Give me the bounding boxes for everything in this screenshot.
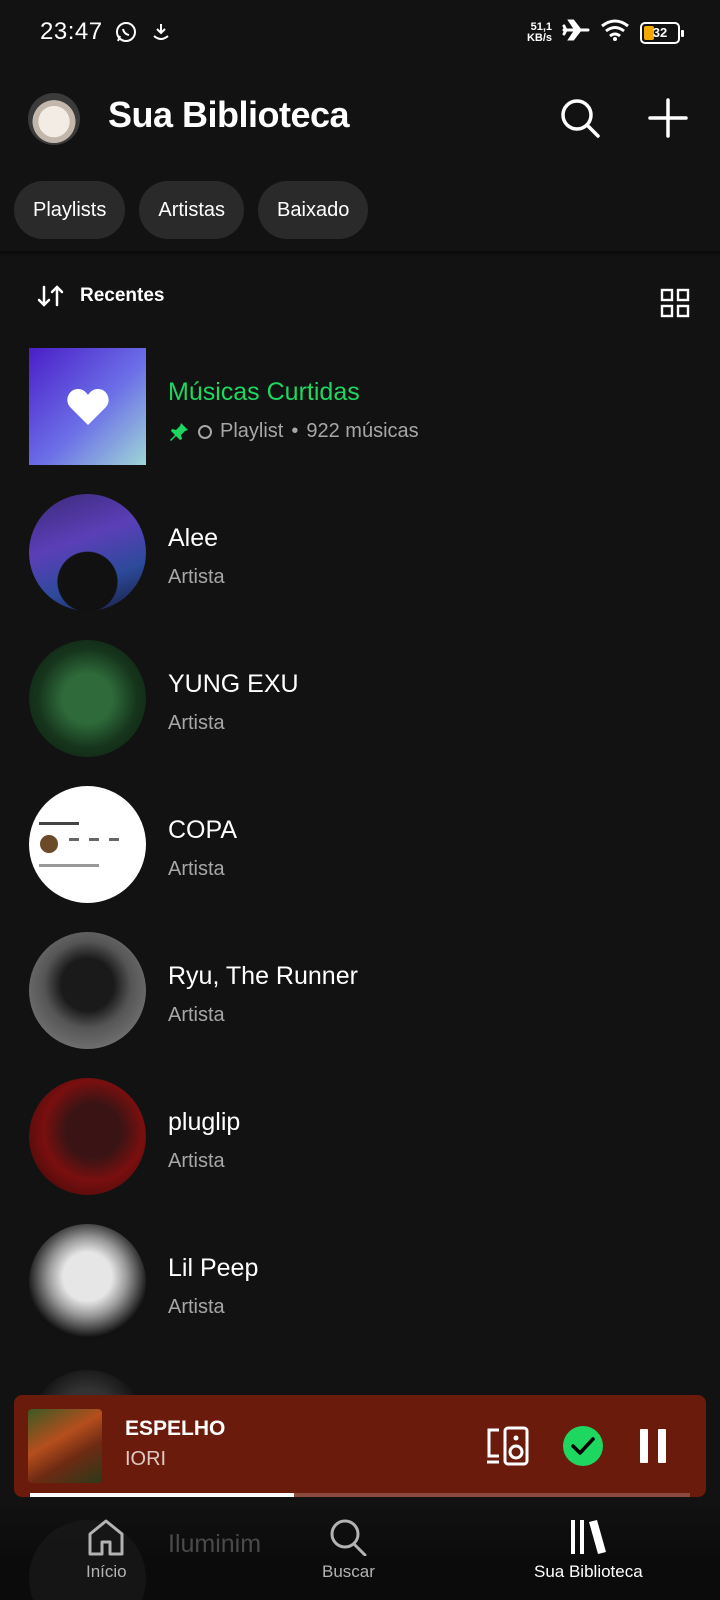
network-speed: 51,1 KB/s bbox=[526, 20, 552, 44]
playback-progress-bar[interactable] bbox=[30, 1493, 690, 1497]
artist-avatar bbox=[29, 1224, 146, 1341]
battery-icon: 32 bbox=[640, 21, 684, 44]
item-subtitle: Artista bbox=[168, 1150, 225, 1172]
now-playing-cover bbox=[28, 1409, 102, 1483]
list-item-artist[interactable]: Lil Peep Artista bbox=[0, 1224, 720, 1342]
item-title: Ryu, The Runner bbox=[168, 962, 358, 990]
liked-songs-cover bbox=[29, 348, 146, 465]
list-item-artist[interactable]: Ryu, The Runner Artista bbox=[0, 932, 720, 1050]
pin-icon bbox=[170, 422, 188, 441]
item-title: YUNG EXU bbox=[168, 670, 299, 698]
list-item-artist[interactable]: COPA Artista bbox=[0, 786, 720, 904]
item-title: pluglip bbox=[168, 1108, 241, 1136]
now-playing-title: ESPELHO bbox=[125, 1417, 226, 1440]
heart-icon bbox=[66, 388, 109, 425]
list-item-artist[interactable]: YUNG EXU Artista bbox=[0, 640, 720, 758]
airplane-icon bbox=[562, 18, 590, 47]
item-subtitle: Artista bbox=[168, 712, 225, 734]
page-title: Sua Biblioteca bbox=[108, 94, 350, 135]
search-icon bbox=[330, 1519, 367, 1556]
filter-chips: Playlists Artistas Baixado bbox=[14, 181, 369, 239]
library-header: Sua Biblioteca bbox=[0, 66, 720, 174]
saved-check-button[interactable] bbox=[559, 1422, 607, 1470]
grid-view-button[interactable] bbox=[660, 288, 690, 318]
mini-player[interactable]: ESPELHO IORI bbox=[14, 1395, 706, 1497]
list-item-liked-songs[interactable]: Músicas Curtidas Playlist • 922 músicas bbox=[0, 348, 720, 466]
sort-row: Recentes bbox=[0, 284, 720, 328]
list-item-artist[interactable]: pluglip Artista bbox=[0, 1078, 720, 1196]
divider bbox=[0, 251, 720, 257]
item-subtitle: Playlist • 922 músicas bbox=[168, 420, 419, 443]
filter-chip-downloaded[interactable]: Baixado bbox=[258, 181, 369, 239]
wifi-icon bbox=[600, 18, 630, 47]
status-bar: 23:47 51,1 KB/s 32 bbox=[0, 0, 720, 66]
item-title: COPA bbox=[168, 816, 237, 844]
search-icon bbox=[561, 99, 600, 138]
pause-button[interactable] bbox=[629, 1422, 677, 1470]
nav-library[interactable]: Sua Biblioteca bbox=[534, 1518, 643, 1582]
home-icon bbox=[88, 1519, 124, 1556]
artist-avatar bbox=[29, 786, 146, 903]
item-subtitle: Artista bbox=[168, 1004, 225, 1026]
item-title: Iluminim bbox=[168, 1530, 262, 1558]
speaker-device-icon bbox=[487, 1426, 529, 1466]
nav-search[interactable]: Buscar bbox=[322, 1518, 375, 1582]
item-title: Músicas Curtidas bbox=[168, 378, 360, 406]
list-item-artist[interactable]: Alee Artista bbox=[0, 494, 720, 612]
status-time: 23:47 bbox=[40, 18, 103, 45]
add-button[interactable] bbox=[642, 92, 694, 144]
connect-device-button[interactable] bbox=[484, 1422, 532, 1470]
now-playing-artist: IORI bbox=[125, 1448, 167, 1470]
pause-icon bbox=[640, 1429, 666, 1463]
library-icon bbox=[571, 1520, 607, 1554]
check-circle-icon bbox=[563, 1426, 603, 1466]
search-button[interactable] bbox=[554, 92, 606, 144]
profile-avatar[interactable] bbox=[28, 93, 80, 145]
download-status-icon bbox=[198, 424, 212, 439]
artist-avatar bbox=[29, 1078, 146, 1195]
item-subtitle: Artista bbox=[168, 566, 225, 588]
plus-icon bbox=[648, 98, 688, 138]
filter-chip-artists[interactable]: Artistas bbox=[139, 181, 245, 239]
bottom-navigation: Iluminim Início Buscar Sua Biblioteca bbox=[0, 1500, 720, 1600]
filter-chip-playlists[interactable]: Playlists bbox=[14, 181, 126, 239]
sort-arrows-icon bbox=[37, 285, 64, 307]
item-subtitle: Artista bbox=[168, 1296, 225, 1318]
artist-avatar bbox=[29, 494, 146, 611]
sort-button[interactable]: Recentes bbox=[36, 284, 165, 308]
artist-avatar bbox=[29, 932, 146, 1049]
playback-progress-fill bbox=[30, 1493, 294, 1497]
nav-home[interactable]: Início bbox=[86, 1518, 127, 1582]
item-title: Alee bbox=[168, 524, 219, 552]
grid-icon bbox=[660, 288, 690, 318]
whatsapp-icon bbox=[114, 20, 138, 49]
download-notification-icon bbox=[150, 21, 172, 48]
item-title: Lil Peep bbox=[168, 1254, 259, 1282]
artist-avatar bbox=[29, 640, 146, 757]
sort-label: Recentes bbox=[80, 285, 165, 306]
item-subtitle: Artista bbox=[168, 858, 225, 880]
